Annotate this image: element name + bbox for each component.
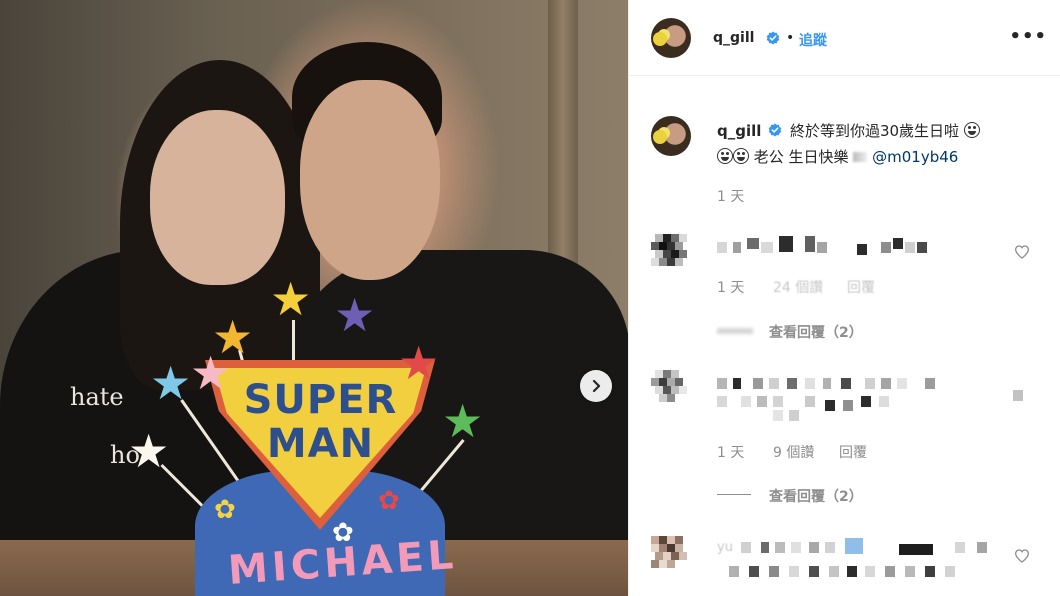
caption-timestamp[interactable]: 1 天	[717, 186, 744, 206]
shirt-print-line-1: hate	[70, 383, 124, 411]
comment-2-likes[interactable]: 9 個讚	[773, 442, 814, 462]
comment-1-likes[interactable]: 24 個讚	[773, 277, 823, 297]
star-topper-yellow: ★	[270, 272, 312, 326]
comment-1-replies-divider	[717, 328, 753, 334]
cake-topper-line-1: SUPER	[243, 377, 398, 423]
grinning-emoji-icon	[963, 122, 980, 138]
comment-avatar-pixelated[interactable]	[649, 534, 691, 576]
comment-avatar-pixelated[interactable]	[649, 368, 691, 410]
next-photo-button[interactable]	[580, 370, 612, 402]
comment-2-view-replies-button[interactable]: 查看回覆（2）	[769, 486, 863, 506]
comment-avatar-pixelated[interactable]	[649, 232, 691, 274]
comment-1-view-replies-button[interactable]: 查看回覆（2）	[769, 322, 863, 342]
grinning-emoji-icon	[717, 148, 733, 164]
more-options-icon[interactable]: •••	[1009, 28, 1047, 46]
grinning-emoji-icon	[733, 148, 749, 164]
cake-flower: ✿	[378, 486, 400, 516]
caption-text-line-2: 老公 生日快樂	[753, 148, 849, 166]
chevron-right-icon	[592, 379, 601, 393]
header-separator: •	[786, 30, 795, 46]
author-avatar[interactable]	[651, 18, 691, 58]
photo-woman-face	[150, 110, 285, 285]
comment-3-username[interactable]: yu	[717, 540, 733, 555]
verified-badge-icon	[768, 123, 782, 137]
star-topper-blue: ★	[150, 356, 192, 410]
comment-1-timestamp[interactable]: 1 天	[717, 277, 744, 297]
star-topper-red: ★	[398, 336, 440, 390]
star-topper-green: ★	[442, 394, 484, 448]
caption-username[interactable]: q_gill	[717, 122, 761, 140]
cake-flower: ✿	[214, 495, 236, 525]
post-header: q_gill • 追蹤 •••	[629, 0, 1060, 76]
post-photo[interactable]: hate ho SUPER MAN MICHAEL ★ ★ ★ ★ ★ ★ ★ …	[0, 0, 628, 596]
comment-2-timestamp[interactable]: 1 天	[717, 442, 744, 462]
comment-2-replies-divider	[717, 494, 751, 495]
author-username[interactable]: q_gill	[713, 30, 754, 46]
cake-topper-line-2: MAN	[266, 421, 375, 467]
star-topper-pink: ★	[190, 346, 232, 400]
cake-flower: ✿	[332, 518, 354, 548]
photo-man-face	[300, 80, 440, 280]
caption-avatar[interactable]	[651, 116, 691, 156]
post-caption: q_gill 終於等到你過30歲生日啦 老公 生日快樂 @m01yb46	[717, 118, 1047, 170]
follow-button[interactable]: 追蹤	[799, 30, 827, 50]
cake-topper-text: SUPER MAN	[228, 378, 413, 466]
like-comment-heart-icon[interactable]	[1014, 244, 1030, 260]
star-topper-white: ★	[128, 424, 170, 478]
post-side-panel: q_gill • 追蹤 ••• q_gill 終於等到你過30歲生日啦 老公 生…	[628, 0, 1060, 596]
verified-badge-icon	[766, 31, 780, 45]
caption-mention-link[interactable]: @m01yb46	[872, 148, 958, 166]
comment-2-reply-button[interactable]: 回覆	[839, 442, 867, 462]
like-comment-heart-icon[interactable]	[1014, 548, 1030, 564]
comment-1-reply-button[interactable]: 回覆	[847, 277, 875, 297]
caption-text-line-1: 終於等到你過30歲生日啦	[789, 122, 960, 140]
star-topper-purple: ★	[334, 288, 376, 342]
caption-blurred-glyph	[853, 152, 868, 162]
